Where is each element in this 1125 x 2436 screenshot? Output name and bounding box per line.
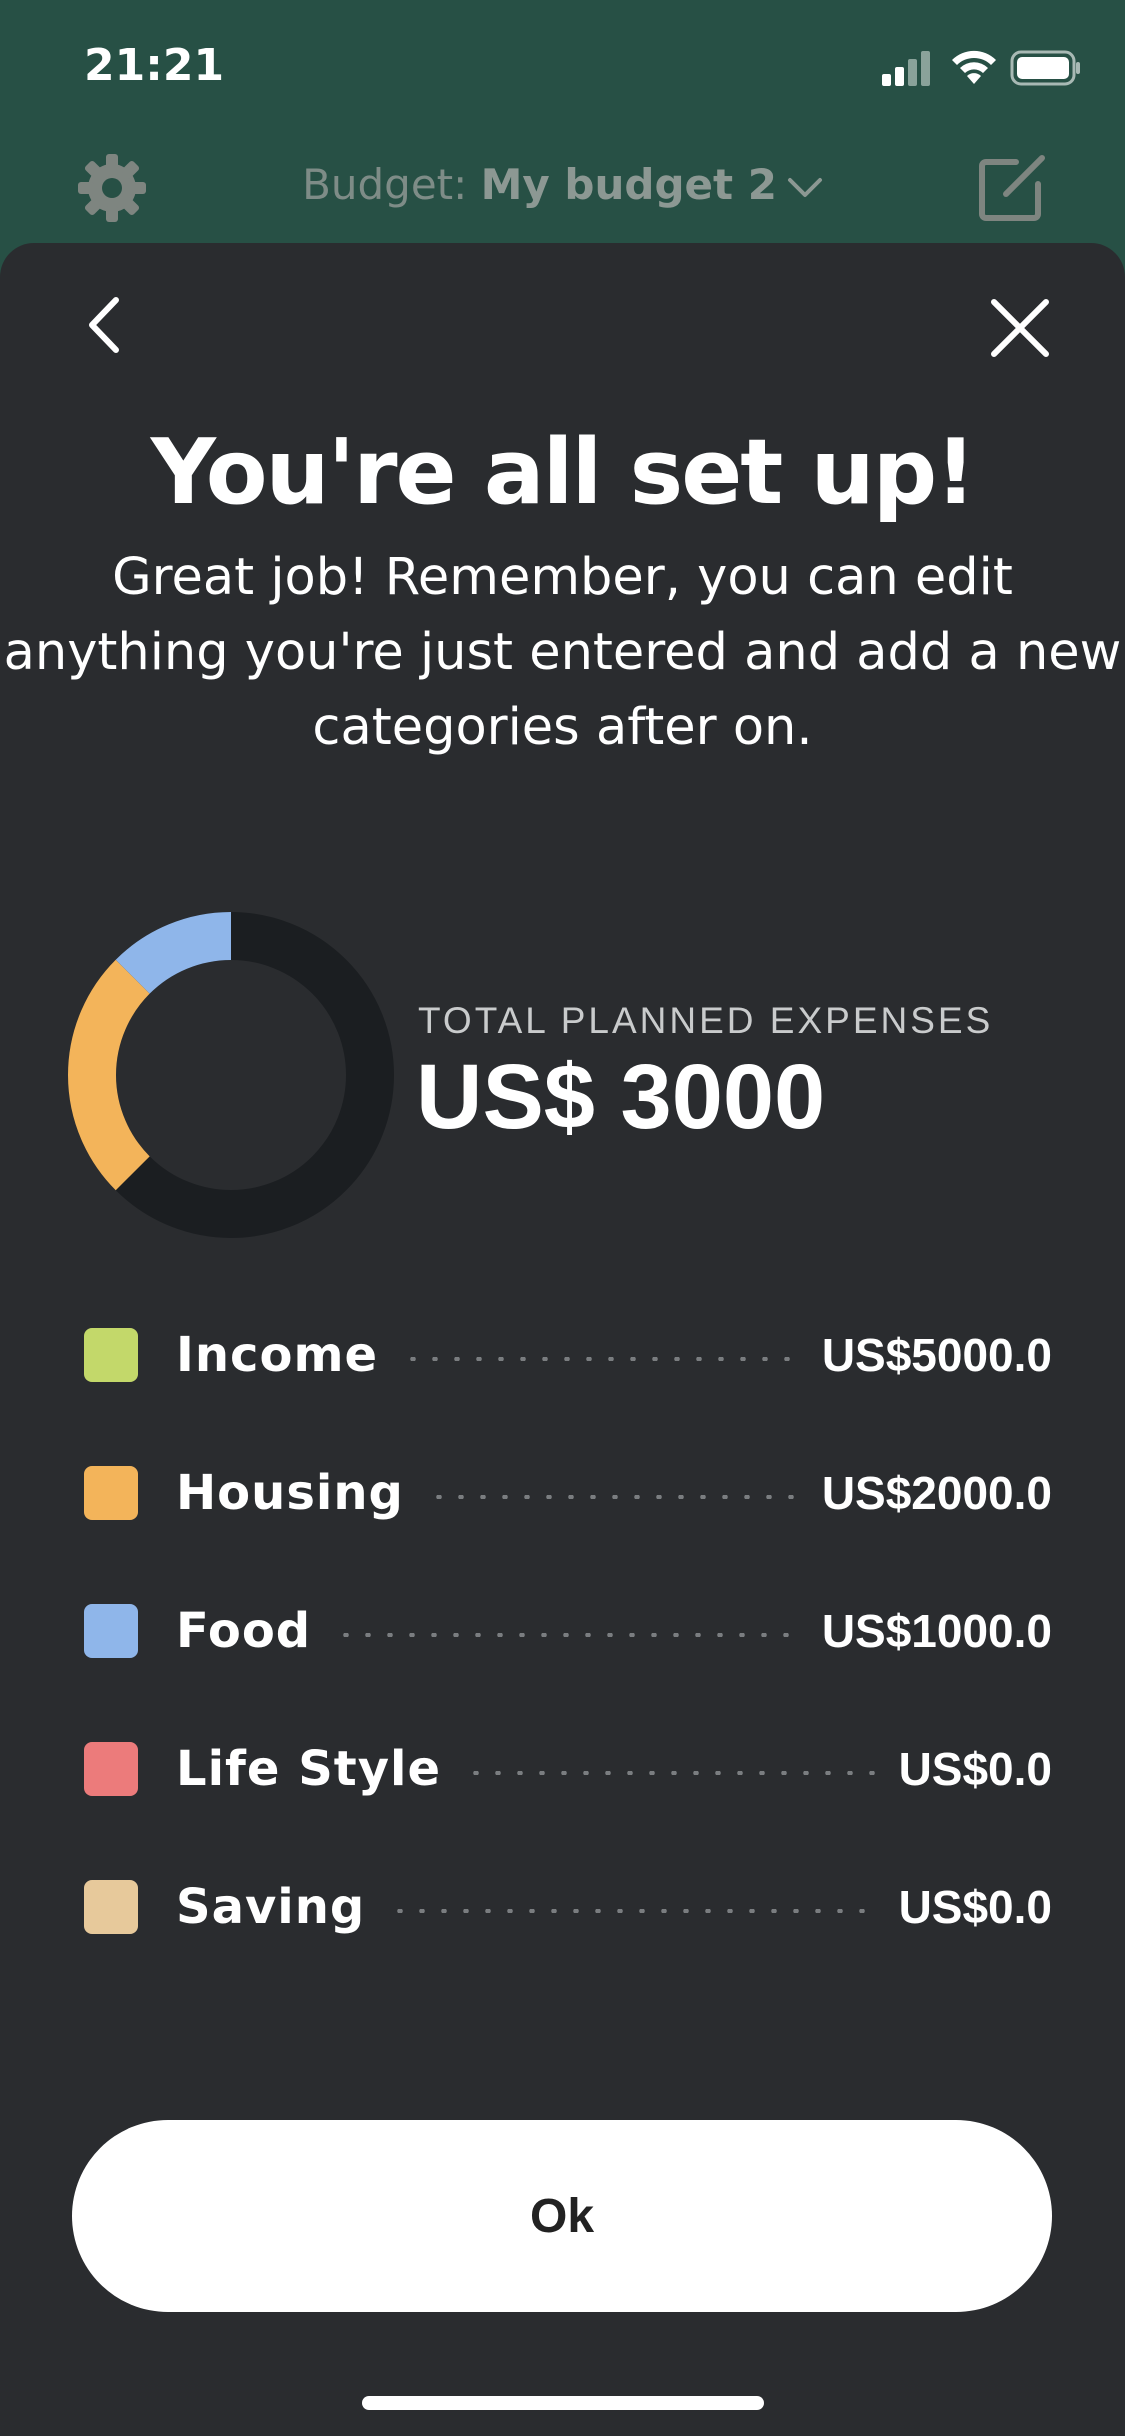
wifi-icon (952, 50, 996, 84)
ok-button[interactable]: Ok (72, 2120, 1052, 2312)
cellular-signal-icon (882, 51, 930, 86)
category-amount: US$1000.0 (821, 1605, 1052, 1657)
page-title: You're all set up! (150, 420, 976, 525)
category-color-swatch (84, 1880, 138, 1934)
total-planned-value: US$ 3000 (416, 1046, 826, 1148)
back-chevron-icon[interactable] (70, 290, 140, 360)
category-color-swatch (84, 1328, 138, 1382)
category-amount: US$0.0 (898, 1881, 1052, 1933)
status-bar: 21:21 (0, 0, 1125, 140)
budget-selector[interactable]: Budget: My budget 2 (0, 160, 1125, 209)
ok-button-label: Ok (529, 2189, 595, 2243)
battery-icon (1010, 50, 1080, 86)
category-amount: US$2000.0 (821, 1467, 1052, 1519)
total-planned-label: TOTAL PLANNED EXPENSES (418, 1000, 994, 1041)
donut-segment-housing (68, 959, 151, 1191)
dotted-leader (465, 1771, 877, 1775)
category-amount: US$0.0 (898, 1743, 1052, 1795)
dotted-leader (335, 1633, 800, 1637)
category-name: Food (176, 1603, 312, 1659)
category-color-swatch (84, 1742, 138, 1796)
donut-segment-food (115, 912, 232, 995)
status-time: 21:21 (84, 40, 225, 91)
budget-name: My budget 2 (480, 160, 777, 209)
home-indicator (362, 2396, 764, 2410)
category-row-life-style[interactable]: Life Style US$0.0 (84, 1734, 1052, 1804)
category-row-income[interactable]: Income US$5000.0 (84, 1320, 1052, 1390)
category-row-housing[interactable]: Housing US$2000.0 (84, 1458, 1052, 1528)
category-name: Housing (176, 1465, 404, 1521)
chevron-down-icon (787, 177, 822, 197)
edit-icon[interactable] (972, 148, 1052, 228)
subtitle-text: Great job! Remember, you can edit anythi… (3, 548, 1122, 757)
dotted-leader (389, 1909, 877, 1913)
dotted-leader (427, 1495, 800, 1499)
category-name: Life Style (176, 1741, 441, 1797)
category-color-swatch (84, 1466, 138, 1520)
category-amount: US$5000.0 (821, 1329, 1052, 1381)
close-icon[interactable] (988, 296, 1052, 360)
category-row-saving[interactable]: Saving US$0.0 (84, 1872, 1052, 1942)
expenses-donut-chart (68, 912, 394, 1238)
category-name: Saving (176, 1879, 366, 1935)
dotted-leader (402, 1357, 800, 1361)
budget-prefix: Budget: (302, 160, 481, 209)
category-row-food[interactable]: Food US$1000.0 (84, 1596, 1052, 1666)
category-name: Income (176, 1327, 379, 1383)
category-color-swatch (84, 1604, 138, 1658)
